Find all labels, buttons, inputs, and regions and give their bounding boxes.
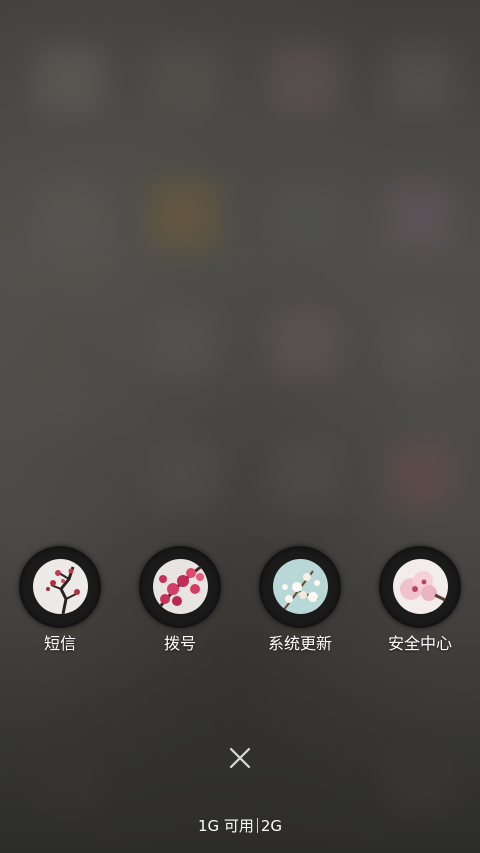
close-icon[interactable] xyxy=(226,744,254,772)
recent-app-system-update[interactable]: 系统更新 xyxy=(240,546,360,656)
recent-apps-row: 短信 拨号 系统更新 安全中心 xyxy=(0,546,480,656)
app-thumbnail-ring xyxy=(139,546,221,628)
plum-blossom-thumbnail-icon xyxy=(33,559,88,614)
app-thumbnail-ring xyxy=(259,546,341,628)
cherry-blossom-thumbnail-icon xyxy=(393,559,448,614)
app-label: 系统更新 xyxy=(267,634,332,653)
app-thumbnail-ring xyxy=(19,546,101,628)
recent-app-security-center[interactable]: 安全中心 xyxy=(360,546,480,656)
app-label: 拨号 xyxy=(163,634,196,653)
app-label: 短信 xyxy=(43,634,76,653)
app-label: 安全中心 xyxy=(387,634,452,653)
memory-total: 2G xyxy=(260,817,283,835)
memory-free: 1G 可用 xyxy=(197,817,254,835)
white-blossom-thumbnail-icon xyxy=(273,559,328,614)
pink-blossom-thumbnail-icon xyxy=(153,559,208,614)
blurred-background xyxy=(0,0,480,853)
memory-separator xyxy=(256,818,258,833)
recent-app-messages[interactable]: 短信 xyxy=(0,546,120,656)
memory-status: 1G 可用 2G xyxy=(0,815,480,836)
app-thumbnail-ring xyxy=(379,546,461,628)
recent-app-dialer[interactable]: 拨号 xyxy=(120,546,240,656)
